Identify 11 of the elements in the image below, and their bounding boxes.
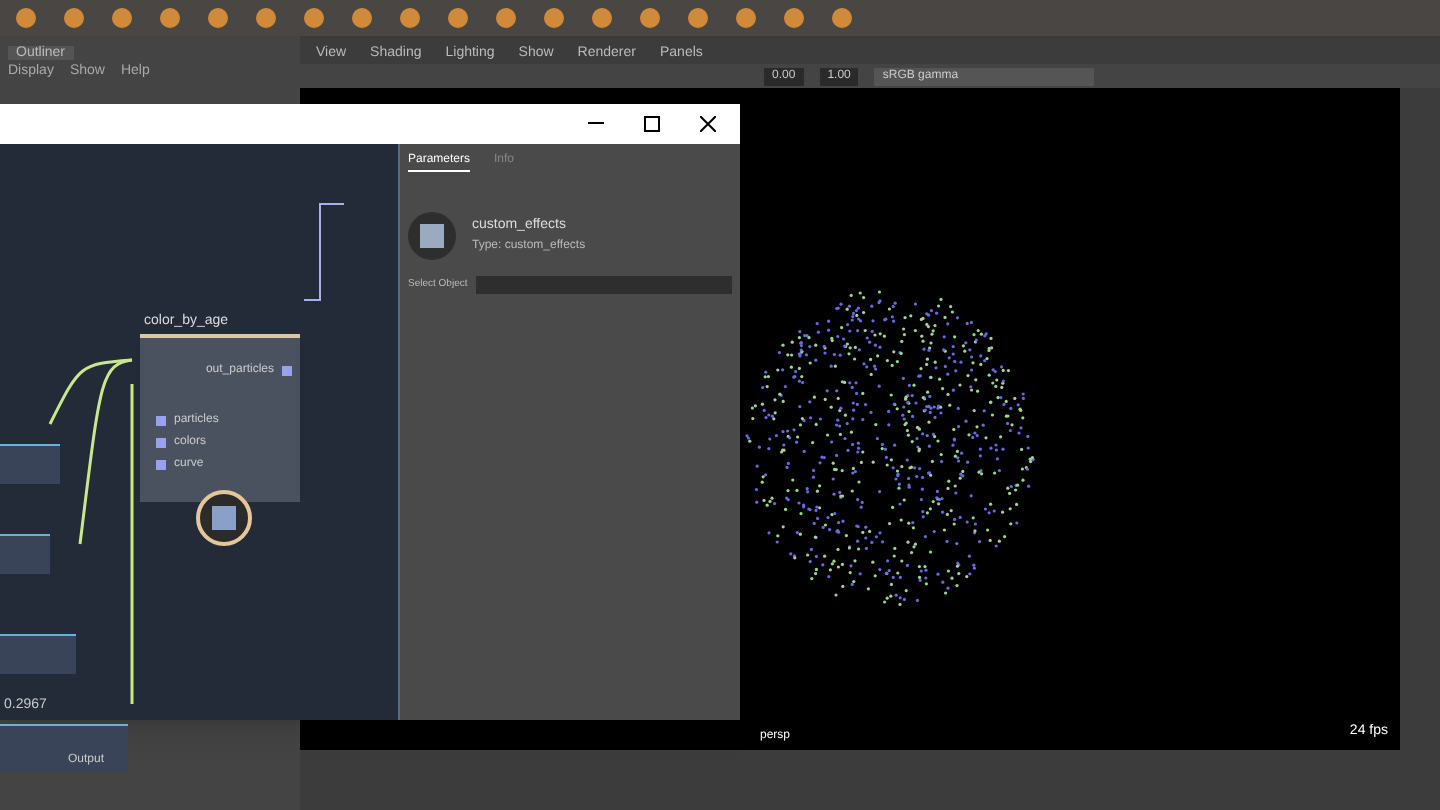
node-icon[interactable]	[194, 488, 254, 548]
node-card	[0, 534, 50, 574]
node-card	[0, 444, 60, 484]
node-icon	[408, 212, 456, 260]
minimize-icon[interactable]	[588, 122, 604, 126]
connection-wire	[303, 203, 345, 301]
object-field[interactable]	[475, 276, 732, 294]
maximize-icon[interactable]	[644, 116, 660, 132]
node-card	[0, 634, 76, 674]
close-icon[interactable]	[700, 116, 716, 132]
node-card	[0, 724, 128, 772]
